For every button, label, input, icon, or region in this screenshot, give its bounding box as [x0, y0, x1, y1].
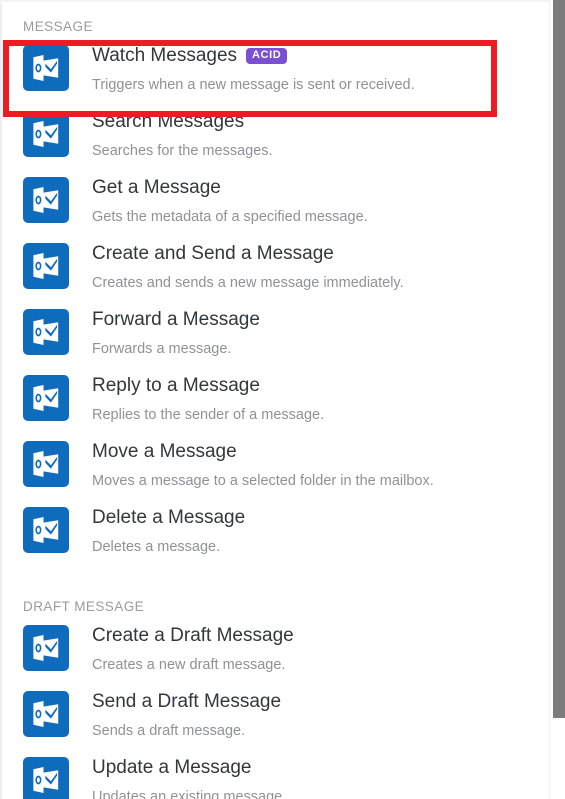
- outlook-icon: [23, 757, 69, 799]
- list-item-title: Send a Draft Message: [92, 691, 282, 712]
- list-item-body: Reply to a Message Replies to the sender …: [92, 373, 324, 425]
- list-item-description: Forwards a message.: [92, 341, 232, 357]
- outlook-icon: [23, 441, 69, 487]
- list-item-title-row: Delete a Message: [92, 506, 245, 530]
- list-item-title: Create and Send a Message: [92, 243, 334, 264]
- list-item-title-row: Watch Messages ACID: [92, 44, 415, 68]
- section-header-message: MESSAGE: [23, 19, 93, 34]
- list-item-title: Update a Message: [92, 757, 252, 778]
- list-item-description: Deletes a message.: [92, 539, 221, 555]
- outlook-icon: [23, 111, 69, 157]
- list-item[interactable]: Search Messages Searches for the messages…: [0, 109, 549, 175]
- list-item-title-row: Search Messages: [92, 110, 273, 134]
- list-item-title: Search Messages: [92, 111, 245, 132]
- list-item-description: Replies to the sender of a message.: [92, 407, 325, 423]
- list-item[interactable]: Delete a Message Deletes a message.: [0, 505, 549, 571]
- list-item[interactable]: Forward a Message Forwards a message.: [0, 307, 549, 373]
- list-item-title: Delete a Message: [92, 507, 246, 528]
- module-list-panel: MESSAGE Watch Messages ACID Triggers when a…: [0, 0, 565, 799]
- vertical-scrollbar[interactable]: [549, 0, 565, 799]
- list-item-title: Watch Messages: [92, 45, 238, 66]
- outlook-icon: [23, 45, 69, 91]
- list-item-body: Get a Message Gets the metadata of a spec…: [92, 175, 368, 227]
- list-item-body: Delete a Message Deletes a message.: [92, 505, 245, 557]
- list-item[interactable]: Get a Message Gets the metadata of a spec…: [0, 175, 549, 241]
- list-item-description: Updates an existing message.: [92, 789, 287, 799]
- list-item-description: Moves a message to a selected folder in …: [92, 473, 434, 489]
- list-item-description: Triggers when a new message is sent or r…: [92, 77, 415, 93]
- list-item-title-row: Update a Message: [92, 756, 286, 780]
- list-item[interactable]: Create and Send a Message Creates and sen…: [0, 241, 549, 307]
- outlook-icon: [23, 691, 69, 737]
- list-item-title-row: Create and Send a Message: [92, 242, 404, 266]
- list-item-description: Gets the metadata of a specified message…: [92, 209, 368, 225]
- list-item-title-row: Get a Message: [92, 176, 368, 200]
- scrollbar-thumb[interactable]: [553, 0, 565, 718]
- list-item-body: Move a Message Moves a message to a selec…: [92, 439, 434, 491]
- list-item-title-row: Forward a Message: [92, 308, 260, 332]
- list-item-body: Update a Message Updates an existing mess…: [92, 755, 286, 799]
- list-item-title: Get a Message: [92, 177, 221, 198]
- list-item[interactable]: Send a Draft Message Sends a draft messag…: [0, 689, 549, 755]
- outlook-icon: [23, 507, 69, 553]
- list-item-description: Searches for the messages.: [92, 143, 273, 159]
- list-item[interactable]: Move a Message Moves a message to a selec…: [0, 439, 549, 505]
- list-item-title-row: Reply to a Message: [92, 374, 324, 398]
- list-item-title-row: Create a Draft Message: [92, 624, 294, 648]
- outlook-icon: [23, 177, 69, 223]
- list-item-body: Create a Draft Message Creates a new draf…: [92, 623, 294, 675]
- list-item-description: Sends a draft message.: [92, 723, 246, 739]
- list-item-body: Create and Send a Message Creates and sen…: [92, 241, 404, 293]
- list-item-title: Forward a Message: [92, 309, 260, 330]
- list-item-title: Reply to a Message: [92, 375, 260, 396]
- list-item-title: Create a Draft Message: [92, 625, 294, 646]
- section-header-draft-message: DRAFT MESSAGE: [23, 599, 145, 614]
- outlook-icon: [23, 309, 69, 355]
- module-list[interactable]: MESSAGE Watch Messages ACID Triggers when a…: [0, 0, 549, 799]
- list-item-title-row: Move a Message: [92, 440, 434, 464]
- outlook-icon: [23, 243, 69, 289]
- list-item-body: Send a Draft Message Sends a draft messag…: [92, 689, 281, 741]
- outlook-icon: [23, 375, 69, 421]
- list-item-body: Watch Messages ACID Triggers when a new me…: [92, 43, 415, 95]
- list-item[interactable]: Update a Message Updates an existing mess…: [0, 755, 549, 799]
- list-item-body: Forward a Message Forwards a message.: [92, 307, 260, 359]
- list-item-body: Search Messages Searches for the messages…: [92, 109, 273, 161]
- list-item-description: Creates and sends a new message immediat…: [92, 275, 404, 291]
- list-item[interactable]: Reply to a Message Replies to the sender …: [0, 373, 549, 439]
- list-item-description: Creates a new draft message.: [92, 657, 286, 673]
- outlook-icon: [23, 625, 69, 671]
- status-badge: ACID: [246, 48, 288, 64]
- list-item[interactable]: Watch Messages ACID Triggers when a new me…: [0, 43, 549, 109]
- list-item[interactable]: Create a Draft Message Creates a new draf…: [0, 623, 549, 689]
- list-item-title: Move a Message: [92, 441, 237, 462]
- list-item-title-row: Send a Draft Message: [92, 690, 281, 714]
